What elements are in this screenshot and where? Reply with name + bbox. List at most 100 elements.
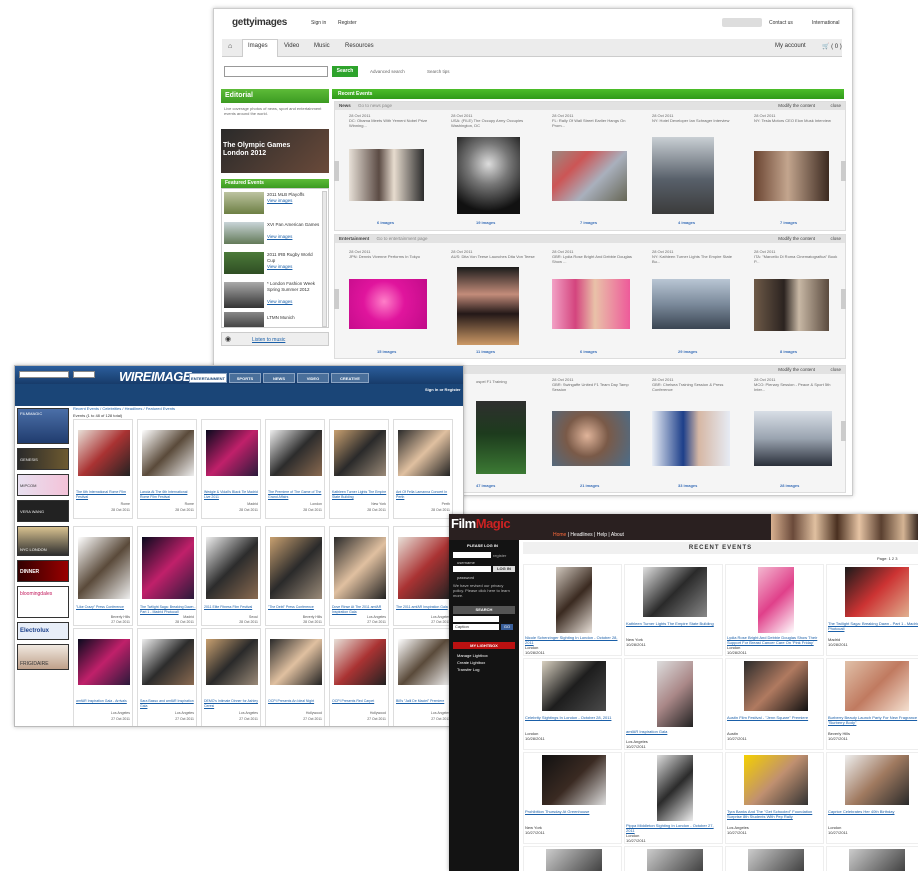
film-event-thumb[interactable]	[541, 661, 606, 711]
ent-count[interactable]: 6 images	[580, 349, 597, 354]
film-event-title[interactable]: amfAR Inspiration Gala	[626, 729, 722, 734]
ent-thumb[interactable]	[652, 279, 730, 329]
international-link[interactable]: International	[812, 20, 840, 26]
news-item-0[interactable]: 28 Oct 2011 DC: Obama Meets With Yemeni N…	[349, 113, 434, 128]
create-lightbox-link[interactable]: Create Lightbox	[457, 659, 488, 666]
ad-banner[interactable]: DINNER	[17, 560, 69, 582]
film-event-title[interactable]: Prohibition Thursday At Greenhouse	[525, 809, 621, 814]
ent-item-1[interactable]: 28 Oct 2011 AUS: Dita Von Teese Launches …	[451, 249, 536, 259]
search-button[interactable]: Search	[332, 66, 358, 77]
ent-thumb[interactable]	[457, 267, 519, 345]
sport-count[interactable]: 28 images	[780, 483, 799, 488]
wire-event-thumb[interactable]	[206, 639, 258, 685]
ent-thumb[interactable]	[349, 279, 427, 329]
wire-event-thumb[interactable]	[142, 537, 194, 599]
play-icon[interactable]: ◉	[225, 335, 231, 343]
manage-lightbox-link[interactable]: Manage Lightbox	[457, 652, 488, 659]
film-event-cell[interactable]: Celebrity Sightings In London - October …	[523, 658, 622, 750]
wire-event-title[interactable]: OCPI Presents Red Carpet	[332, 699, 388, 704]
featured-thumb[interactable]	[224, 252, 264, 274]
next-arrow-icon[interactable]	[841, 161, 846, 181]
wire-event-cell[interactable]: The 6th International Rome Film Festival…	[73, 419, 133, 519]
wire-event-thumb[interactable]	[398, 537, 450, 599]
home-icon[interactable]: ⌂	[228, 43, 232, 50]
sport-thumb[interactable]	[754, 411, 832, 466]
ad-banner[interactable]: GENESIS	[17, 448, 69, 470]
sport-count[interactable]: 47 images	[476, 483, 495, 488]
wire-event-cell[interactable]: 2011 Elite Fitness Film Festival Seoul 28 …	[201, 526, 261, 626]
news-item-1[interactable]: 28 Oct 2011 USA: (FILE) The Occupy Army O…	[451, 113, 536, 128]
wire-tab-creative[interactable]: CREATIVE	[331, 373, 369, 383]
featured-thumb[interactable]	[224, 222, 264, 244]
wire-event-cell[interactable]: Ant Of Fella Lamanna Concert In Perth Per…	[393, 419, 453, 519]
wire-tab-sports[interactable]: SPORTS	[229, 373, 261, 383]
film-event-thumb[interactable]	[849, 849, 905, 871]
wire-event-title[interactable]: Sara Basso and amfAR Inspiration Gala	[140, 699, 196, 708]
film-event-thumb[interactable]	[743, 755, 808, 805]
news-thumb[interactable]	[552, 151, 627, 201]
wire-event-title[interactable]: 2011 Elite Fitness Film Festival	[204, 605, 260, 610]
login-button[interactable]: LOG IN	[493, 566, 515, 572]
username-input[interactable]	[453, 552, 491, 558]
sport-item-3[interactable]: 28 Oct 2011 MCO: Plenary Session - Peace …	[754, 377, 839, 392]
lightbox-button[interactable]	[722, 18, 762, 27]
wire-event-thumb[interactable]	[142, 430, 194, 476]
ent-goto-link[interactable]: Go to entertainment page	[377, 236, 428, 241]
wire-event-cell[interactable]: DEMO's Intimate Dinner for Ashley Ceresi…	[201, 628, 261, 726]
film-event-title[interactable]: Austin Film Festival - "Jenn Square" Pre…	[727, 715, 823, 720]
wire-event-thumb[interactable]	[334, 639, 386, 685]
ent-count[interactable]: 11 images	[476, 349, 495, 354]
ent-count[interactable]: 29 images	[678, 349, 697, 354]
wire-event-thumb[interactable]	[78, 430, 130, 476]
wire-event-cell[interactable]: OCPI Presents Red Carpet Hollywood 27 Oct …	[329, 628, 389, 726]
wire-event-cell[interactable]: Sara Basso and amfAR Inspiration Gala Los…	[137, 628, 197, 726]
menu-home[interactable]: Home	[553, 532, 566, 538]
close-ent-link[interactable]: close	[830, 235, 841, 243]
wire-search-select[interactable]	[73, 371, 95, 378]
film-event-title[interactable]: Pippa Middleton Sighting In London - Oct…	[626, 823, 722, 833]
film-event-thumb[interactable]	[757, 567, 794, 633]
featured-link[interactable]: View images	[267, 198, 292, 204]
wire-event-title[interactable]: The Premiere of The Game of The Grand Af…	[268, 490, 324, 499]
wire-tab-news[interactable]: NEWS	[263, 373, 295, 383]
wire-event-title[interactable]: The 6th International Rome Film Festival	[76, 490, 132, 499]
cart-icon[interactable]: 🛒 ( 0 )	[822, 43, 842, 50]
sport-item-2[interactable]: 28 Oct 2011 GBR: Chelsea Training Session…	[652, 377, 737, 392]
film-event-title[interactable]: Celebrity Sightings In London - October …	[525, 715, 621, 720]
ad-banner[interactable]: bloomingdales	[17, 586, 69, 618]
film-pagination[interactable]: Page: 1 2 3	[877, 556, 897, 561]
tab-music[interactable]: Music	[314, 43, 330, 49]
film-event-cell[interactable]: Pippa Middleton Sighting In London - Oct…	[624, 752, 723, 844]
wire-event-title[interactable]: Bill's "Jalil De Maciel" Premiere	[396, 699, 452, 704]
film-event-cell[interactable]: Tyra Banks And The "Get Schooled" Founda…	[725, 752, 824, 844]
prev-arrow-icon[interactable]	[334, 289, 339, 309]
getty-logo[interactable]: gettyimages	[232, 17, 287, 28]
go-button[interactable]: GO	[501, 624, 513, 630]
modify-sport-link[interactable]: Modify the content	[778, 366, 815, 374]
ent-count[interactable]: 8 images	[780, 349, 797, 354]
film-logo[interactable]: FilmMagic	[451, 516, 511, 531]
ad-banner[interactable]: FILMMAGIC	[17, 408, 69, 444]
search-input[interactable]	[224, 66, 328, 77]
news-count[interactable]: 7 images	[580, 220, 597, 225]
next-arrow-icon[interactable]	[841, 289, 846, 309]
film-event-title[interactable]: Kathleen Turner Lights The Empire State …	[626, 621, 722, 626]
film-event-thumb[interactable]	[844, 661, 909, 711]
ent-thumb[interactable]	[552, 279, 630, 329]
wire-event-cell[interactable]: Wedgie & Vidali's Black Tie Madrid Live …	[201, 419, 261, 519]
wire-event-cell[interactable]: amfAR Inspiration Gala - Arrivals Los Ang…	[73, 628, 133, 726]
film-event-thumb[interactable]	[647, 849, 703, 871]
ent-thumb[interactable]	[754, 279, 829, 331]
my-account-link[interactable]: My account	[775, 43, 806, 49]
tab-video[interactable]: Video	[284, 43, 299, 49]
wire-event-title[interactable]: Dove Rinse At The 2011 amfAR Inspiration…	[332, 605, 388, 614]
wire-event-thumb[interactable]	[78, 639, 130, 685]
film-event-cell[interactable]: Burberry Beauty Launch Party For New Fra…	[826, 658, 918, 750]
wire-event-cell[interactable]: "The Debt" Press Conference Beverly Hills…	[265, 526, 325, 626]
film-event-cell[interactable]	[624, 846, 723, 871]
film-event-title[interactable]: The Twilight Saga: Breaking Dawn - Part …	[828, 621, 918, 631]
film-event-cell[interactable]: Austin Film Festival - "Jenn Square" Pre…	[725, 658, 824, 750]
search-tips-link[interactable]: Search tips	[427, 69, 450, 74]
news-thumb[interactable]	[652, 137, 714, 214]
film-event-thumb[interactable]	[555, 567, 592, 633]
